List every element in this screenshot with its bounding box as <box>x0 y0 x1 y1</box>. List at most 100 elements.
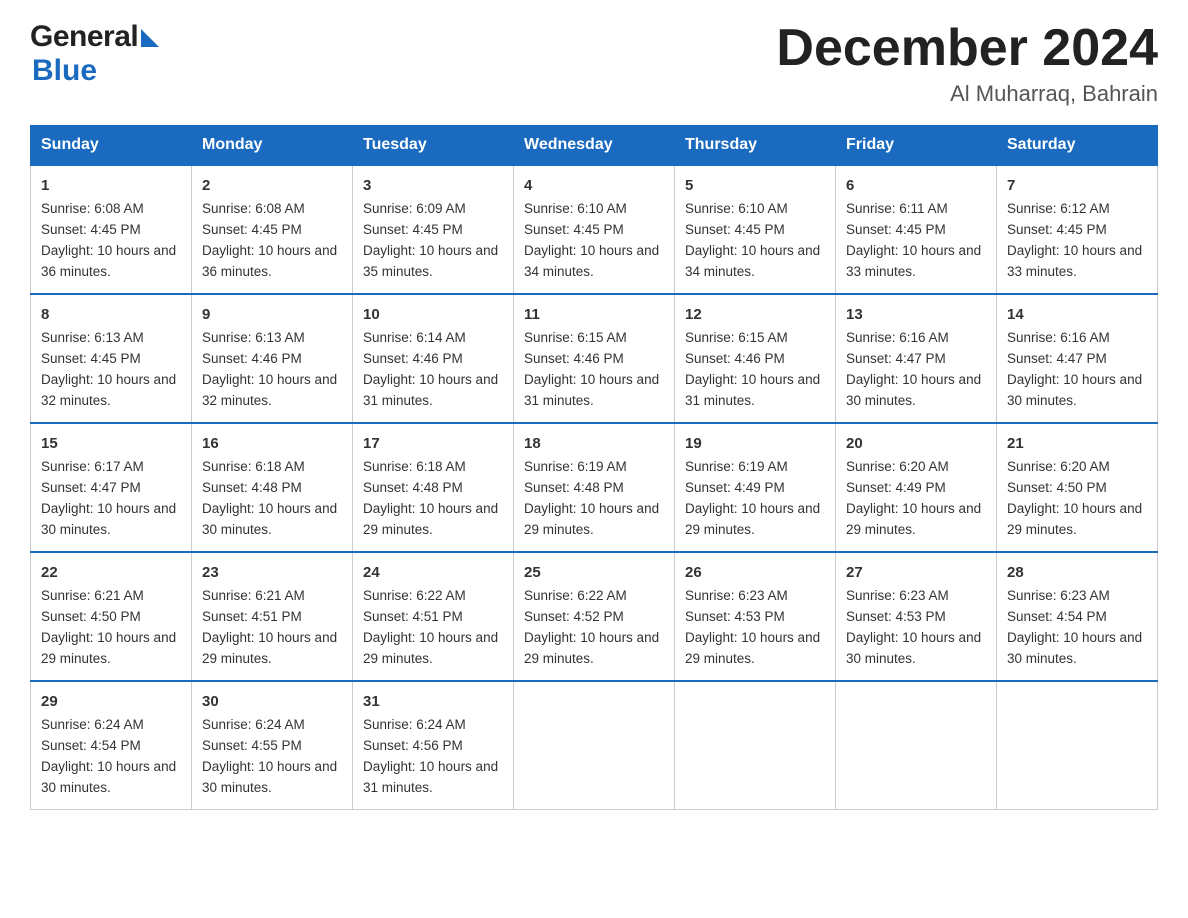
daylight-info: Daylight: 10 hours and 33 minutes. <box>1007 241 1147 283</box>
subtitle: Al Muharraq, Bahrain <box>776 81 1158 107</box>
header-monday: Monday <box>192 126 353 166</box>
day-number: 29 <box>41 690 181 713</box>
sunrise-info: Sunrise: 6:23 AM <box>1007 586 1147 607</box>
sunrise-info: Sunrise: 6:19 AM <box>524 457 664 478</box>
sunset-info: Sunset: 4:45 PM <box>363 220 503 241</box>
day-number: 2 <box>202 174 342 197</box>
sunrise-info: Sunrise: 6:24 AM <box>202 715 342 736</box>
day-number: 3 <box>363 174 503 197</box>
daylight-info: Daylight: 10 hours and 33 minutes. <box>846 241 986 283</box>
daylight-info: Daylight: 10 hours and 29 minutes. <box>846 499 986 541</box>
sunrise-info: Sunrise: 6:13 AM <box>202 328 342 349</box>
daylight-info: Daylight: 10 hours and 29 minutes. <box>202 628 342 670</box>
day-number: 17 <box>363 432 503 455</box>
calendar-cell: 31Sunrise: 6:24 AMSunset: 4:56 PMDayligh… <box>353 681 514 809</box>
calendar-cell: 20Sunrise: 6:20 AMSunset: 4:49 PMDayligh… <box>836 423 997 552</box>
calendar-cell <box>836 681 997 809</box>
sunset-info: Sunset: 4:45 PM <box>524 220 664 241</box>
calendar-cell <box>514 681 675 809</box>
sunset-info: Sunset: 4:45 PM <box>41 349 181 370</box>
header-tuesday: Tuesday <box>353 126 514 166</box>
day-number: 6 <box>846 174 986 197</box>
daylight-info: Daylight: 10 hours and 29 minutes. <box>41 628 181 670</box>
calendar-cell: 25Sunrise: 6:22 AMSunset: 4:52 PMDayligh… <box>514 552 675 681</box>
sunset-info: Sunset: 4:48 PM <box>363 478 503 499</box>
day-number: 18 <box>524 432 664 455</box>
daylight-info: Daylight: 10 hours and 29 minutes. <box>685 499 825 541</box>
sunset-info: Sunset: 4:54 PM <box>41 736 181 757</box>
calendar-cell: 15Sunrise: 6:17 AMSunset: 4:47 PMDayligh… <box>31 423 192 552</box>
daylight-info: Daylight: 10 hours and 29 minutes. <box>685 628 825 670</box>
day-number: 16 <box>202 432 342 455</box>
sunrise-info: Sunrise: 6:17 AM <box>41 457 181 478</box>
day-number: 14 <box>1007 303 1147 326</box>
day-number: 28 <box>1007 561 1147 584</box>
sunset-info: Sunset: 4:45 PM <box>202 220 342 241</box>
day-number: 8 <box>41 303 181 326</box>
daylight-info: Daylight: 10 hours and 31 minutes. <box>685 370 825 412</box>
sunrise-info: Sunrise: 6:24 AM <box>41 715 181 736</box>
sunset-info: Sunset: 4:46 PM <box>202 349 342 370</box>
daylight-info: Daylight: 10 hours and 30 minutes. <box>41 757 181 799</box>
sunset-info: Sunset: 4:48 PM <box>524 478 664 499</box>
calendar-cell: 11Sunrise: 6:15 AMSunset: 4:46 PMDayligh… <box>514 294 675 423</box>
day-number: 19 <box>685 432 825 455</box>
sunset-info: Sunset: 4:56 PM <box>363 736 503 757</box>
sunset-info: Sunset: 4:45 PM <box>846 220 986 241</box>
daylight-info: Daylight: 10 hours and 29 minutes. <box>363 499 503 541</box>
calendar-cell: 27Sunrise: 6:23 AMSunset: 4:53 PMDayligh… <box>836 552 997 681</box>
sunrise-info: Sunrise: 6:15 AM <box>685 328 825 349</box>
sunset-info: Sunset: 4:52 PM <box>524 607 664 628</box>
day-number: 23 <box>202 561 342 584</box>
day-number: 24 <box>363 561 503 584</box>
calendar-cell: 6Sunrise: 6:11 AMSunset: 4:45 PMDaylight… <box>836 165 997 294</box>
sunset-info: Sunset: 4:45 PM <box>41 220 181 241</box>
daylight-info: Daylight: 10 hours and 30 minutes. <box>1007 370 1147 412</box>
header-saturday: Saturday <box>997 126 1158 166</box>
day-number: 7 <box>1007 174 1147 197</box>
daylight-info: Daylight: 10 hours and 29 minutes. <box>524 499 664 541</box>
sunrise-info: Sunrise: 6:08 AM <box>202 199 342 220</box>
sunset-info: Sunset: 4:51 PM <box>202 607 342 628</box>
day-number: 27 <box>846 561 986 584</box>
sunrise-info: Sunrise: 6:20 AM <box>1007 457 1147 478</box>
calendar-cell: 8Sunrise: 6:13 AMSunset: 4:45 PMDaylight… <box>31 294 192 423</box>
sunset-info: Sunset: 4:46 PM <box>363 349 503 370</box>
calendar-week-row: 1Sunrise: 6:08 AMSunset: 4:45 PMDaylight… <box>31 165 1158 294</box>
daylight-info: Daylight: 10 hours and 30 minutes. <box>1007 628 1147 670</box>
calendar-cell: 24Sunrise: 6:22 AMSunset: 4:51 PMDayligh… <box>353 552 514 681</box>
daylight-info: Daylight: 10 hours and 35 minutes. <box>363 241 503 283</box>
calendar-cell: 23Sunrise: 6:21 AMSunset: 4:51 PMDayligh… <box>192 552 353 681</box>
sunrise-info: Sunrise: 6:24 AM <box>363 715 503 736</box>
logo-blue-text: Blue <box>32 54 97 88</box>
day-number: 10 <box>363 303 503 326</box>
day-number: 5 <box>685 174 825 197</box>
sunrise-info: Sunrise: 6:10 AM <box>685 199 825 220</box>
daylight-info: Daylight: 10 hours and 32 minutes. <box>202 370 342 412</box>
sunrise-info: Sunrise: 6:16 AM <box>846 328 986 349</box>
calendar-cell: 10Sunrise: 6:14 AMSunset: 4:46 PMDayligh… <box>353 294 514 423</box>
logo-general-text: General <box>30 20 138 54</box>
calendar-cell <box>997 681 1158 809</box>
daylight-info: Daylight: 10 hours and 32 minutes. <box>41 370 181 412</box>
calendar-week-row: 22Sunrise: 6:21 AMSunset: 4:50 PMDayligh… <box>31 552 1158 681</box>
calendar-cell: 29Sunrise: 6:24 AMSunset: 4:54 PMDayligh… <box>31 681 192 809</box>
day-number: 25 <box>524 561 664 584</box>
sunrise-info: Sunrise: 6:10 AM <box>524 199 664 220</box>
daylight-info: Daylight: 10 hours and 31 minutes. <box>363 370 503 412</box>
day-number: 9 <box>202 303 342 326</box>
sunset-info: Sunset: 4:50 PM <box>1007 478 1147 499</box>
calendar-cell: 18Sunrise: 6:19 AMSunset: 4:48 PMDayligh… <box>514 423 675 552</box>
daylight-info: Daylight: 10 hours and 34 minutes. <box>524 241 664 283</box>
day-number: 22 <box>41 561 181 584</box>
calendar-cell: 13Sunrise: 6:16 AMSunset: 4:47 PMDayligh… <box>836 294 997 423</box>
daylight-info: Daylight: 10 hours and 29 minutes. <box>524 628 664 670</box>
calendar-week-row: 15Sunrise: 6:17 AMSunset: 4:47 PMDayligh… <box>31 423 1158 552</box>
sunrise-info: Sunrise: 6:11 AM <box>846 199 986 220</box>
sunset-info: Sunset: 4:49 PM <box>846 478 986 499</box>
calendar-cell: 26Sunrise: 6:23 AMSunset: 4:53 PMDayligh… <box>675 552 836 681</box>
daylight-info: Daylight: 10 hours and 30 minutes. <box>202 499 342 541</box>
calendar-cell: 17Sunrise: 6:18 AMSunset: 4:48 PMDayligh… <box>353 423 514 552</box>
sunrise-info: Sunrise: 6:23 AM <box>846 586 986 607</box>
sunrise-info: Sunrise: 6:22 AM <box>363 586 503 607</box>
